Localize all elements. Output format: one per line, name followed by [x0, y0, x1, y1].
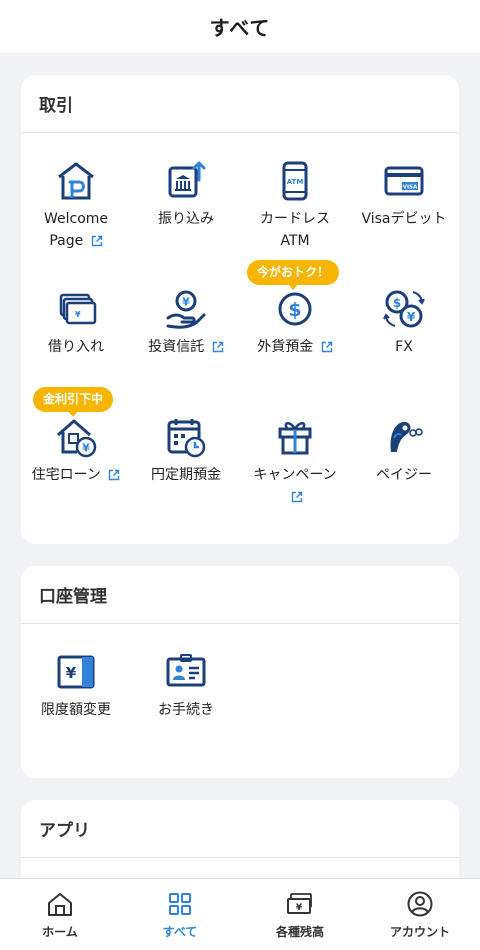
external-link-icon	[109, 469, 120, 481]
borrow-item[interactable]: ¥ 借り入れ	[21, 288, 131, 358]
transfer-icon	[168, 161, 206, 198]
apps-card-header: アプリ	[21, 800, 459, 858]
tab-home[interactable]: ホーム	[0, 879, 120, 950]
campaign-label: キャンペーン	[240, 464, 350, 508]
limit-change-item[interactable]: ¥ 限度額変更	[21, 651, 131, 721]
gift-icon	[278, 422, 312, 455]
borrow-label: 借り入れ	[48, 339, 104, 355]
account-card-header: 口座管理	[21, 566, 459, 624]
cardless-atm-item[interactable]: ATM カードレス ATM	[240, 160, 350, 252]
visa-debit-label: Visaデビット	[361, 211, 447, 227]
svg-text:¥: ¥	[296, 903, 303, 913]
atm-phone-icon: ATM	[282, 161, 308, 201]
transfer-label: 振り込み	[158, 211, 214, 227]
campaign-item[interactable]: キャンペーン	[240, 416, 350, 508]
limit-change-label: 限度額変更	[41, 702, 111, 718]
external-link-icon	[321, 341, 332, 353]
svg-text:¥: ¥	[66, 664, 77, 682]
borrow-cards-icon: ¥	[59, 293, 97, 325]
yen-time-deposit-label: 円定期預金	[151, 467, 221, 483]
foreign-deposit-label: 外貨預金	[240, 336, 350, 358]
tab-all[interactable]: すべて	[120, 879, 240, 950]
tab-home-label: ホーム	[42, 925, 78, 939]
payeasy-bird-icon	[390, 421, 423, 452]
svg-text:ATM: ATM	[287, 178, 304, 186]
foreign-deposit-item[interactable]: $ 外貨預金	[240, 288, 350, 358]
account-management-card: 口座管理 ¥ 限度額変更 お手続き	[21, 566, 459, 778]
transactions-card: 取引 Welcome Page 振り込み ATM カードレス ATM VISA …	[21, 75, 459, 544]
visa-card-icon: VISA	[384, 166, 424, 196]
welcome-page-icon	[58, 162, 94, 200]
id-card-icon	[166, 654, 206, 687]
tab-balances[interactable]: ¥ 各種残高	[240, 879, 360, 950]
grid-icon	[169, 893, 191, 915]
balance-bills-icon: ¥	[287, 893, 312, 914]
house-yen-icon: ¥	[57, 419, 97, 458]
page-title: すべて	[209, 16, 271, 40]
fx-label: FX	[395, 339, 413, 355]
welcome-page-label: Welcome Page	[43, 211, 109, 249]
svg-text:¥: ¥	[182, 296, 190, 309]
procedures-item[interactable]: お手続き	[131, 651, 241, 721]
cardless-atm-label: カードレス ATM	[260, 211, 330, 249]
svg-text:¥: ¥	[407, 310, 416, 324]
svg-text:VISA: VISA	[403, 185, 418, 191]
transfer-item[interactable]: 振り込み	[131, 160, 241, 230]
tab-all-label: すべて	[162, 925, 198, 939]
procedures-label: お手続き	[158, 702, 214, 718]
top-header: すべて	[0, 0, 480, 53]
mortgage-item[interactable]: ¥ 住宅ローン	[21, 416, 131, 486]
account-management-title: 口座管理	[39, 587, 107, 607]
fx-exchange-icon: $ ¥	[383, 290, 425, 328]
calendar-clock-icon	[167, 419, 206, 458]
external-link-icon	[212, 341, 223, 353]
investment-trust-icon: ¥	[166, 290, 206, 329]
account-user-icon	[407, 891, 433, 917]
transactions-title: 取引	[39, 96, 73, 116]
payeasy-item[interactable]: ペイジー	[349, 416, 459, 486]
welcome-page-item[interactable]: Welcome Page	[21, 160, 131, 252]
tab-balances-label: 各種残高	[275, 925, 324, 939]
investment-trust-label: 投資信託	[131, 336, 241, 358]
svg-text:$: $	[288, 299, 301, 321]
external-link-icon	[91, 235, 102, 247]
yen-time-deposit-item[interactable]: 円定期預金	[131, 416, 241, 486]
tab-account[interactable]: アカウント	[360, 879, 480, 950]
svg-text:$: $	[393, 296, 401, 310]
home-icon	[48, 893, 72, 916]
fx-item[interactable]: $ ¥ FX	[349, 288, 459, 358]
svg-text:¥: ¥	[82, 442, 90, 455]
visa-debit-item[interactable]: VISA Visaデビット	[349, 160, 459, 230]
svg-text:¥: ¥	[75, 310, 81, 319]
tab-account-label: アカウント	[389, 925, 450, 939]
investment-trust-item[interactable]: ¥ 投資信託	[131, 288, 241, 358]
mortgage-label: 住宅ローン	[21, 464, 131, 486]
transactions-card-header: 取引	[21, 75, 459, 133]
dollar-coin-icon: $	[278, 292, 312, 326]
fx-deposit-badge: 今がおトク！	[247, 260, 340, 290]
payeasy-label: ペイジー	[376, 467, 432, 483]
mortgage-badge: 金利引下中	[33, 387, 114, 417]
external-link-icon	[291, 491, 302, 503]
bottom-tab-bar: ホーム すべて ¥ 各種残高 アカウント	[0, 878, 480, 950]
limit-yen-icon: ¥	[57, 655, 95, 689]
apps-title: アプリ	[39, 821, 90, 841]
